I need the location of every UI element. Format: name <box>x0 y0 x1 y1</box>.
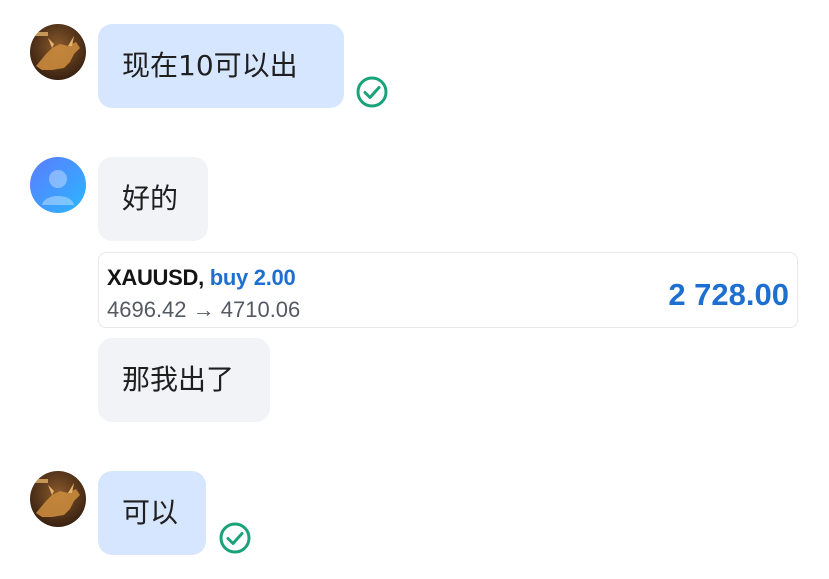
message-text: 可以 <box>122 496 179 529</box>
message-text: 现在10可以出 <box>122 49 298 82</box>
trade-prices: 4696.42 → 4710.06 <box>107 297 301 322</box>
message-bubble-outgoing[interactable]: 可以 <box>98 471 206 555</box>
trade-result-card[interactable]: XAUUSD, buy 2.00 4696.42 → 4710.06 2 728… <box>98 252 798 328</box>
read-check-icon <box>218 521 252 555</box>
read-check-icon <box>355 75 389 109</box>
message-bubble-outgoing[interactable]: 现在10可以出 <box>98 24 344 108</box>
message-text: 那我出了 <box>122 363 235 396</box>
trade-header: XAUUSD, buy 2.00 <box>107 265 296 291</box>
trade-symbol: XAUUSD <box>107 265 199 290</box>
bull-avatar-icon[interactable] <box>30 24 86 80</box>
trade-side: buy 2.00 <box>209 265 296 290</box>
message-bubble-incoming[interactable]: 好的 <box>98 157 208 241</box>
message-bubble-incoming[interactable]: 那我出了 <box>98 338 270 422</box>
trade-separator: , <box>198 265 204 290</box>
bull-avatar-icon[interactable] <box>30 471 86 527</box>
default-user-avatar-icon[interactable] <box>30 157 86 213</box>
trade-profit: 2 728.00 <box>668 277 789 312</box>
message-text: 好的 <box>122 182 179 215</box>
